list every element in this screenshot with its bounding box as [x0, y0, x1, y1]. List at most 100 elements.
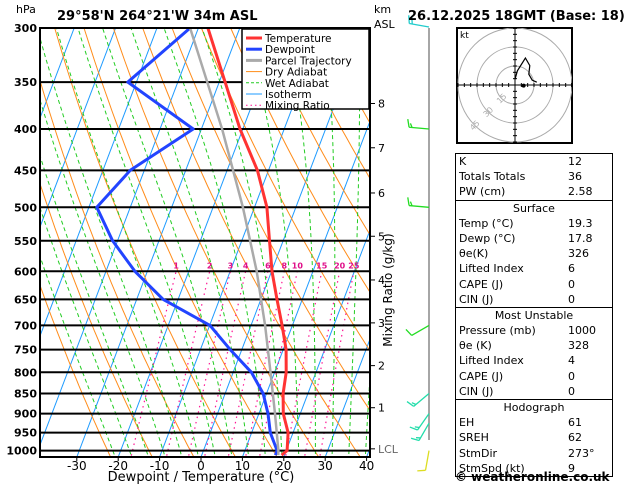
index-value: 17.8 — [568, 231, 593, 245]
mixing-ratio-label: 10 — [292, 261, 304, 270]
pressure-tick-label: 800 — [14, 366, 37, 379]
pressure-tick-label: 300 — [14, 22, 37, 35]
index-label: CAPE (J) — [459, 369, 504, 383]
x-tick-label: 30 — [318, 459, 333, 473]
index-row: CIN (J) 0 — [456, 292, 612, 307]
index-value: 12 — [568, 155, 582, 168]
index-row: CAPE (J) 0 — [456, 277, 612, 292]
index-label: Totals Totals — [459, 170, 526, 184]
index-value: 326 — [568, 247, 589, 261]
index-row: θe(K) 326 — [456, 246, 612, 261]
index-value: 328 — [568, 339, 589, 353]
index-label: Temp (°C) — [459, 216, 514, 230]
wind-barb — [407, 118, 430, 130]
index-value: 61 — [568, 416, 582, 430]
surface-indices: Surface Temp (°C) 19.3 Dewp (°C) 17.8 θe(K) 32… — [456, 199, 612, 307]
mixing-ratio-label: 4 — [243, 261, 249, 270]
legend-label: Dry Adiabat — [265, 67, 327, 79]
index-row: Temp (°C) 19.3 — [456, 216, 612, 231]
wind-barb-feather — [406, 401, 415, 407]
mixing-ratio-label: 3 — [228, 261, 234, 270]
legend-label: Parcel Trajectory — [265, 55, 352, 67]
index-value: 1000 — [568, 324, 596, 338]
index-row: θe (K) 328 — [456, 338, 612, 353]
index-value: 6 — [568, 262, 575, 276]
index-value: 19.3 — [568, 216, 593, 230]
legend: TemperatureDewpointParcel TrajectoryDry … — [241, 28, 370, 112]
legend-label: Mixing Ratio — [265, 100, 330, 112]
pressure-tick-label: 1000 — [6, 445, 37, 458]
height-ref: ASL — [374, 18, 395, 31]
height-unit: km — [374, 3, 392, 16]
km-tick-label: LCL — [378, 443, 399, 456]
index-label: θe(K) — [459, 247, 489, 261]
wind-barb-feather — [410, 437, 420, 442]
index-label: EH — [459, 416, 475, 430]
pressure-tick-label: 350 — [14, 76, 37, 89]
index-row: SREH 62 — [456, 430, 612, 445]
pressure-tick-label: 400 — [14, 123, 37, 136]
index-value: 62 — [568, 431, 582, 445]
index-value: 0 — [568, 369, 575, 383]
index-row: CAPE (J) 0 — [456, 369, 612, 384]
mixing-ratio-label: 1 — [173, 261, 179, 270]
km-tick-label: 2 — [378, 360, 385, 373]
pressure-unit: hPa — [16, 3, 36, 16]
copyright-footer: © weatheronline.co.uk — [455, 470, 610, 484]
mixing-ratio-axis-label: Mixing Ratio (g/kg) — [381, 233, 395, 346]
pressure-tick-label: 500 — [14, 201, 37, 214]
section-title: Hodograph — [503, 401, 565, 414]
wind-barb-feather — [411, 402, 417, 406]
km-tick-label: 1 — [378, 402, 385, 415]
pressure-tick-label: 550 — [14, 235, 37, 248]
mixing-ratio-label: 20 — [334, 261, 346, 270]
index-value: 36 — [568, 170, 582, 184]
index-label: Pressure (mb) — [459, 324, 536, 338]
index-row: Lifted Index 4 — [456, 353, 612, 368]
index-row: StmDir 273° — [456, 446, 612, 461]
index-value: 0 — [568, 384, 575, 398]
index-row: Totals Totals 36 — [456, 169, 612, 184]
x-tick-label: 40 — [359, 459, 374, 473]
index-row: EH 61 — [456, 415, 612, 430]
wind-barb-feather — [405, 329, 413, 336]
wind-barb-feather — [414, 426, 420, 429]
wind-barb-staff — [424, 450, 430, 471]
index-label: Lifted Index — [459, 354, 524, 368]
section-title: Surface — [513, 201, 555, 215]
mixing-ratio-label: 2 — [207, 261, 213, 270]
index-label: CAPE (J) — [459, 277, 504, 291]
pressure-tick-label: 950 — [14, 427, 37, 440]
legend-label: Wet Adiabat — [265, 78, 329, 90]
legend-label: Isotherm — [265, 89, 312, 101]
wind-barb-feather — [407, 118, 410, 128]
x-tick-label: -30 — [67, 459, 87, 473]
index-label: CIN (J) — [459, 384, 494, 398]
hodograph-indices: Hodograph EH 61 SREH 62 StmDir 273° StmSpd (kt)… — [456, 399, 612, 476]
pressure-tick-label: 900 — [14, 408, 37, 421]
km-tick-label: 7 — [378, 142, 385, 155]
index-row: Pressure (mb) 1000 — [456, 323, 612, 338]
location-title: 29°58'N 264°21'W 34m ASL — [57, 9, 258, 24]
index-value: 0 — [568, 292, 575, 306]
storm-motion-marker — [521, 83, 526, 88]
wind-barb-staff — [411, 324, 430, 336]
km-tick-label: 8 — [378, 98, 385, 111]
wind-barb-feather — [407, 197, 410, 206]
index-label: θe (K) — [459, 339, 492, 353]
wind-barb — [406, 393, 430, 407]
hodograph: 153045kt — [456, 27, 573, 144]
general-indices: K 12 Totals Totals 36 PW (cm) 2.58 — [456, 154, 612, 200]
index-label: K — [459, 155, 467, 168]
index-row: PW (cm) 2.58 — [456, 184, 612, 199]
index-row: CIN (J) 0 — [456, 384, 612, 399]
pressure-tick-label: 650 — [14, 293, 37, 306]
index-label: Dewp (°C) — [459, 231, 516, 245]
index-value: 273° — [568, 446, 595, 460]
km-tick-label: 6 — [378, 187, 385, 200]
index-label: SREH — [459, 431, 489, 445]
index-label: PW (cm) — [459, 185, 506, 199]
section-title: Most Unstable — [494, 308, 574, 322]
index-value: 4 — [568, 354, 575, 368]
mixing-ratio-label: 15 — [316, 261, 328, 270]
